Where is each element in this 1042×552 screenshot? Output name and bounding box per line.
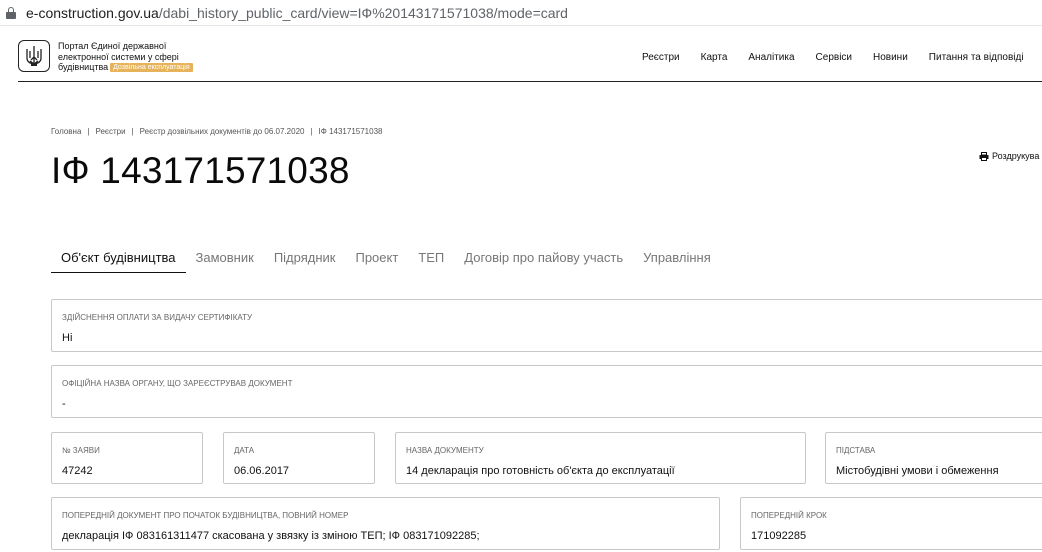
logo[interactable] [18,40,50,72]
nav-item-faq[interactable]: Питання та відповіді [929,52,1024,63]
url-host: e-construction.gov.ua [26,4,159,21]
tab-project[interactable]: Проект [345,249,408,273]
logo-badge: Дозвільна експлуатація [110,63,193,72]
breadcrumb-current: IФ 143171571038 [318,127,383,136]
breadcrumb-registry[interactable]: Реєстр дозвільних документів до 06.07.20… [140,127,305,136]
printer-icon [979,151,989,161]
tab-share-agreement[interactable]: Договір про пайову участь [454,249,633,273]
url-path: /dabi_history_public_card/view=IФ%201431… [158,4,568,21]
breadcrumb: Головна | Реєстри | Реєстр дозвільних докуме… [51,127,382,136]
logo-text[interactable]: Портал Єдиної державної електронної сист… [58,41,228,73]
page-title: IФ 143171571038 [51,150,350,191]
tab-management[interactable]: Управління [633,249,721,273]
field-previous-document: Попередній документ про початок будівниц… [51,497,720,550]
trident-icon [26,46,42,66]
logo-line-1: Портал Єдиної державної [58,41,167,51]
field-document-name: Назва документу 14 декларація про готовн… [395,432,806,484]
nav-item-analytics[interactable]: Аналітика [748,52,794,63]
address-bar[interactable]: e-construction.gov.ua/dabi_history_publi… [0,0,1042,26]
nav-item-registries[interactable]: Реєстри [642,52,680,63]
nav-item-services[interactable]: Сервіси [816,52,852,63]
lock-icon [6,6,16,19]
field-value: декларація IФ 083161311477 скасована у з… [62,530,480,542]
logo-line-3: будівництва [58,62,109,72]
print-label: Роздрукува [992,151,1040,161]
field-label: № заяви [62,446,100,455]
field-value: - [62,398,66,410]
tab-bar: Об'єкт будівництва Замовник Підрядник Пр… [51,249,721,273]
field-previous-step: Попередній крок 171092285 [740,497,1042,550]
field-label: Дата [234,446,255,455]
print-button[interactable]: Роздрукува [979,151,1039,161]
nav-item-news[interactable]: Новини [873,52,908,63]
url-text[interactable]: e-construction.gov.ua/dabi_history_publi… [26,5,568,21]
breadcrumb-separator: | [87,127,90,136]
field-payment: Здійснення оплати за видачу сертифікату … [51,299,1042,352]
breadcrumb-separator: | [131,127,134,136]
field-label: Назва документу [406,446,484,455]
tab-tep[interactable]: ТЕП [408,249,454,273]
tab-customer[interactable]: Замовник [186,249,264,273]
logo-line-2: електронної системи у сфері [58,51,179,62]
field-label: Офіційна назва органу, що зареєстрував д… [62,379,293,388]
field-label: Попередній крок [751,511,827,520]
field-value: Ні [62,332,73,344]
nav-item-map[interactable]: Карта [701,52,728,63]
field-label: Підстава [836,446,876,455]
field-label: Попередній документ про початок будівниц… [62,511,349,520]
field-label: Здійснення оплати за видачу сертифікату [62,313,253,322]
field-basis: Підстава Містобудівні умови і обмеження [825,432,1042,484]
field-application-number: № заяви 47242 [51,432,203,484]
field-value: Містобудівні умови і обмеження [836,465,999,477]
field-value: 06.06.2017 [234,465,290,477]
tab-contractor[interactable]: Підрядник [264,249,346,273]
field-official-name: Офіційна назва органу, що зареєстрував д… [51,365,1042,418]
main-nav: Реєстри Карта Аналітика Сервіси Новини П… [642,52,1042,63]
field-date: Дата 06.06.2017 [223,432,375,484]
site-header: Портал Єдиної державної електронної сист… [18,36,1042,82]
tab-construction-object[interactable]: Об'єкт будівництва [51,249,186,273]
field-value: 47242 [62,465,93,477]
field-value: 14 декларація про готовність об'єкта до … [406,465,675,477]
breadcrumb-registries[interactable]: Реєстри [95,127,125,136]
field-value: 171092285 [751,530,807,542]
breadcrumb-home[interactable]: Головна [51,127,81,136]
breadcrumb-separator: | [310,127,313,136]
